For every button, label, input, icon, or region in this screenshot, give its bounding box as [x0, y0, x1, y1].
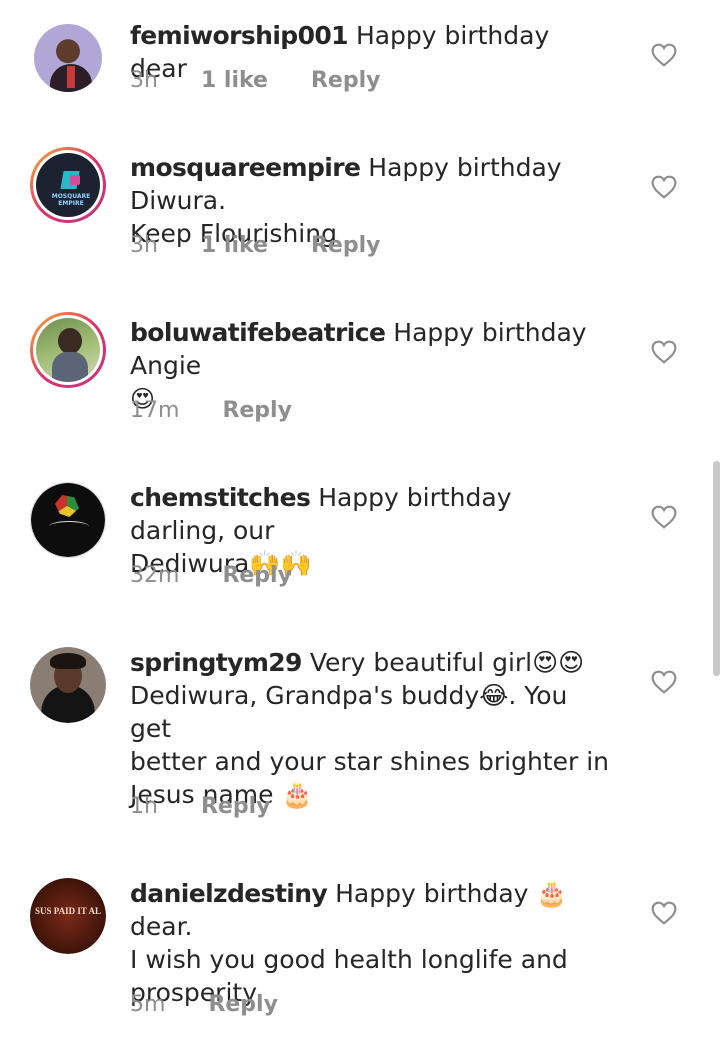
- heart-icon[interactable]: [651, 43, 677, 67]
- comment-time: 3h: [130, 233, 158, 258]
- comment-body: I wish you good health longlife and: [130, 945, 568, 974]
- heart-icon[interactable]: [651, 175, 677, 199]
- comment-username[interactable]: mosquareempire: [130, 153, 361, 182]
- comment-username[interactable]: chemstitches: [130, 483, 311, 512]
- comment-username[interactable]: danielzdestiny: [130, 879, 328, 908]
- avatar-logo-text: MOSQUARE EMPIRE: [51, 193, 91, 207]
- scrollbar[interactable]: [713, 461, 720, 676]
- comment-text: danielzdestiny Happy birthday 🎂 dear. I …: [130, 877, 610, 1009]
- comment-time: 3h: [130, 68, 158, 93]
- avatar-femiworship001[interactable]: [30, 20, 106, 96]
- comment-meta: 3h 1 like Reply: [130, 233, 416, 258]
- avatar-chemstitches[interactable]: [30, 482, 106, 558]
- comment-meta: 17m Reply: [130, 398, 328, 423]
- reply-button[interactable]: Reply: [222, 398, 292, 423]
- avatar-boluwatifebeatrice[interactable]: [30, 312, 106, 388]
- comment-text: springtym29 Very beautiful girl😍😍 Dediwu…: [130, 646, 610, 811]
- reply-button[interactable]: Reply: [311, 233, 381, 258]
- comment-body: Very beautiful girl😍😍: [309, 648, 585, 677]
- comment-meta: 1h Reply: [130, 794, 306, 819]
- comment-time: 32m: [130, 563, 180, 588]
- comment-time: 1h: [130, 794, 158, 819]
- reply-button[interactable]: Reply: [311, 68, 381, 93]
- comment-likes[interactable]: 1 like: [201, 68, 268, 93]
- heart-icon[interactable]: [651, 670, 677, 694]
- heart-icon[interactable]: [651, 340, 677, 364]
- reply-button[interactable]: Reply: [208, 992, 278, 1017]
- avatar-logo-text: SUS PAID IT AL: [35, 906, 101, 916]
- comment-likes[interactable]: 1 like: [201, 233, 268, 258]
- comment-meta: 5m Reply: [130, 992, 314, 1017]
- comment-meta: 32m Reply: [130, 563, 328, 588]
- heart-icon[interactable]: [651, 505, 677, 529]
- comment-meta: 3h 1 like Reply: [130, 68, 416, 93]
- avatar-danielzdestiny[interactable]: SUS PAID IT AL: [30, 878, 106, 954]
- reply-button[interactable]: Reply: [222, 563, 292, 588]
- comment-time: 5m: [130, 992, 166, 1017]
- comment-body: Dediwura, Grandpa's buddy😂. You get: [130, 681, 568, 743]
- avatar-springtym29[interactable]: [30, 647, 106, 723]
- comment-time: 17m: [130, 398, 180, 423]
- comment-username[interactable]: femiworship001: [130, 21, 349, 50]
- avatar-mosquareempire[interactable]: MOSQUARE EMPIRE: [30, 147, 106, 223]
- comment-body: better and your star shines brighter in: [130, 747, 609, 776]
- reply-button[interactable]: Reply: [201, 794, 271, 819]
- comment-username[interactable]: boluwatifebeatrice: [130, 318, 386, 347]
- comment-username[interactable]: springtym29: [130, 648, 302, 677]
- heart-icon[interactable]: [651, 901, 677, 925]
